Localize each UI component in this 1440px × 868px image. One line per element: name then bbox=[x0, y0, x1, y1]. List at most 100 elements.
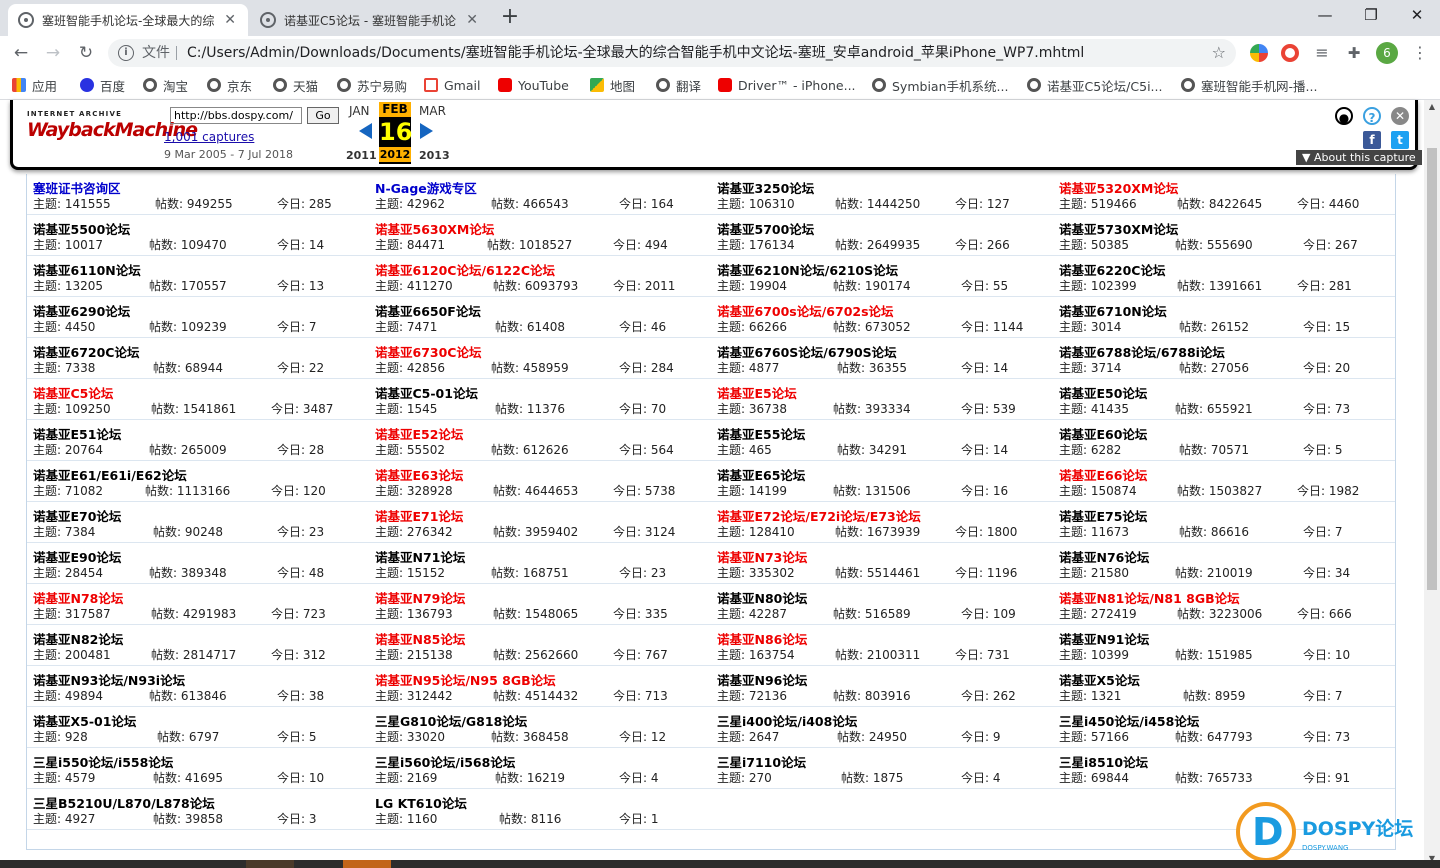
scrollbar-thumb[interactable] bbox=[1427, 148, 1437, 590]
topics-count-value: 2169 bbox=[406, 771, 438, 785]
close-icon[interactable]: ✕ bbox=[464, 12, 480, 28]
wayback-go-button[interactable]: Go bbox=[307, 107, 339, 124]
bookmark-item[interactable]: 百度 bbox=[80, 70, 125, 100]
bookmark-item[interactable]: 地图 bbox=[590, 70, 635, 100]
back-button[interactable]: ← bbox=[8, 40, 34, 66]
topics-count: 主题: 163754 bbox=[717, 646, 795, 663]
forum-row: 诺基亚E90论坛 主题: 28454 帖数: 389348 今日: 48 诺基亚N71论… bbox=[27, 543, 1395, 584]
profile-avatar[interactable]: 6 bbox=[1376, 42, 1398, 64]
topics-count-label: 主题: bbox=[717, 402, 746, 416]
forum-cell: 诺基亚C5-01论坛 主题: 1545 帖数: 11376 今日: 70 bbox=[369, 379, 711, 420]
page-scrollbar[interactable]: ▲ ▼ bbox=[1424, 100, 1440, 868]
posts-count: 帖数: 170557 bbox=[149, 277, 227, 294]
today-count: 今日: 5 bbox=[277, 728, 317, 745]
close-icon[interactable]: ✕ bbox=[1391, 107, 1409, 125]
today-count-label: 今日: bbox=[961, 279, 990, 293]
bookmark-star-icon[interactable]: ☆ bbox=[1212, 39, 1226, 67]
posts-count: 帖数: 765733 bbox=[1175, 769, 1253, 786]
forum-cell: 诺基亚6720C论坛 主题: 7338 帖数: 68944 今日: 22 bbox=[27, 338, 369, 379]
tab-strip: 塞班智能手机论坛-全球最大的综 ✕ 诺基亚C5论坛 - 塞班智能手机论 ✕ + … bbox=[0, 0, 1440, 36]
forum-cell: 塞班证书咨询区 主题: 141555 帖数: 949255 今日: 285 bbox=[27, 174, 369, 215]
bookmark-item[interactable]: 京东 bbox=[207, 70, 252, 100]
taskbar-item[interactable] bbox=[246, 860, 294, 868]
topics-count: 主题: 13205 bbox=[33, 277, 103, 294]
today-count: 今日: 539 bbox=[961, 400, 1016, 417]
bookmark-item[interactable]: Driver™ - iPhone... bbox=[718, 70, 856, 100]
next-month-label[interactable]: MAR bbox=[419, 104, 446, 118]
about-capture-button[interactable]: ▼ About this capture bbox=[1296, 150, 1422, 165]
scroll-up-icon[interactable]: ▲ bbox=[1427, 102, 1437, 112]
forum-row: 诺基亚5500论坛 主题: 10017 帖数: 109470 今日: 14 诺基亚563… bbox=[27, 215, 1395, 256]
topics-count-label: 主题: bbox=[717, 648, 746, 662]
captures-link[interactable]: 1,001 captures bbox=[164, 130, 254, 144]
tab-active[interactable]: 塞班智能手机论坛-全球最大的综 ✕ bbox=[8, 4, 248, 36]
bookmark-item[interactable]: 翻译 bbox=[656, 70, 701, 100]
topics-count: 主题: 6282 bbox=[1059, 441, 1121, 458]
next-capture-arrow-icon[interactable] bbox=[420, 123, 433, 139]
globe-icon bbox=[1181, 78, 1195, 92]
address-bar[interactable]: i 文件 C:/Users/Admin/Downloads/Documents/… bbox=[108, 39, 1236, 67]
chrome-extension-icon[interactable] bbox=[1281, 44, 1299, 62]
today-count-value: 7 bbox=[1334, 525, 1343, 539]
today-count-value: 15 bbox=[1334, 320, 1351, 334]
posts-count-label: 帖数: bbox=[835, 566, 864, 580]
reload-button[interactable]: ↻ bbox=[73, 40, 99, 66]
extension-icon[interactable] bbox=[1250, 44, 1268, 62]
today-count-label: 今日: bbox=[271, 484, 300, 498]
topics-count: 主题: 317587 bbox=[33, 605, 111, 622]
new-tab-button[interactable]: + bbox=[498, 6, 522, 30]
forum-cell: 诺基亚N80论坛 主题: 42287 帖数: 516589 今日: 109 bbox=[711, 584, 1053, 625]
bookmark-item[interactable]: 淘宝 bbox=[143, 70, 188, 100]
posts-count-label: 帖数: bbox=[1177, 197, 1206, 211]
posts-count: 帖数: 949255 bbox=[155, 195, 233, 212]
restore-button[interactable]: ❐ bbox=[1348, 0, 1394, 32]
prev-month-label[interactable]: JAN bbox=[349, 104, 370, 118]
bookmark-item[interactable]: 天猫 bbox=[273, 70, 318, 100]
user-icon[interactable]: ● bbox=[1335, 107, 1353, 125]
posts-count-label: 帖数: bbox=[833, 484, 862, 498]
bookmark-item[interactable]: 苏宁易购 bbox=[337, 70, 407, 100]
bookmarks-bar: 应用 百度 淘宝 京东 天猫 苏宁易购 Gmail YouTube 地图 翻译 … bbox=[0, 70, 1440, 100]
help-icon[interactable]: ? bbox=[1363, 107, 1381, 125]
prev-year-label[interactable]: 2011 bbox=[346, 149, 377, 162]
bookmark-item[interactable]: YouTube bbox=[498, 70, 569, 100]
facebook-icon[interactable]: f bbox=[1363, 131, 1381, 149]
taskbar-item[interactable] bbox=[343, 860, 391, 868]
posts-count-value: 1018527 bbox=[518, 238, 573, 252]
baidu-paw-icon bbox=[80, 78, 94, 92]
tab-inactive[interactable]: 诺基亚C5论坛 - 塞班智能手机论 ✕ bbox=[250, 4, 490, 36]
today-count: 今日: 15 bbox=[1303, 318, 1350, 335]
forum-cell: 诺基亚6110N论坛 主题: 13205 帖数: 170557 今日: 13 bbox=[27, 256, 369, 297]
today-count-label: 今日: bbox=[961, 402, 990, 416]
bookmark-item[interactable]: Gmail bbox=[424, 70, 480, 100]
posts-count-label: 帖数: bbox=[1175, 648, 1204, 662]
topics-count-value: 7338 bbox=[64, 361, 96, 375]
today-count-label: 今日: bbox=[1303, 730, 1332, 744]
reading-list-icon[interactable]: ≡ bbox=[1313, 44, 1331, 62]
posts-count-value: 3959402 bbox=[524, 525, 579, 539]
bookmark-item[interactable]: 塞班智能手机网-播... bbox=[1181, 70, 1317, 100]
minimize-button[interactable]: — bbox=[1302, 0, 1348, 32]
today-count-value: 23 bbox=[650, 566, 667, 580]
bookmark-item[interactable]: Symbian手机系统... bbox=[872, 70, 1008, 100]
close-icon[interactable]: ✕ bbox=[222, 12, 238, 28]
today-count-value: 127 bbox=[986, 197, 1010, 211]
wayback-url-input[interactable]: http://bbs.dospy.com/ bbox=[170, 107, 302, 124]
puzzle-icon[interactable]: ✚ bbox=[1345, 44, 1363, 62]
next-year-label[interactable]: 2013 bbox=[419, 149, 450, 162]
twitter-icon[interactable]: t bbox=[1391, 131, 1409, 149]
bookmark-apps[interactable]: 应用 bbox=[12, 70, 57, 100]
menu-icon[interactable]: ⋮ bbox=[1410, 41, 1430, 65]
info-icon[interactable]: i bbox=[118, 45, 134, 61]
posts-count-value: 1875 bbox=[872, 771, 904, 785]
forward-button[interactable]: → bbox=[40, 40, 66, 66]
address-url[interactable]: C:/Users/Admin/Downloads/Documents/塞班智能手… bbox=[187, 39, 1084, 67]
prev-capture-arrow-icon[interactable] bbox=[359, 123, 372, 139]
today-count-value: 666 bbox=[1328, 607, 1352, 621]
today-count-value: 1144 bbox=[992, 320, 1024, 334]
posts-count-label: 帖数: bbox=[1177, 484, 1206, 498]
forum-cell: 诺基亚6760S论坛/6790S论坛 主题: 4877 帖数: 36355 今日: 1… bbox=[711, 338, 1053, 379]
window-close-button[interactable]: ✕ bbox=[1394, 0, 1440, 32]
wayback-logo[interactable]: INTERNET ARCHIVE WaybackMachine bbox=[27, 110, 198, 150]
bookmark-item[interactable]: 诺基亚C5论坛/C5i... bbox=[1027, 70, 1162, 100]
